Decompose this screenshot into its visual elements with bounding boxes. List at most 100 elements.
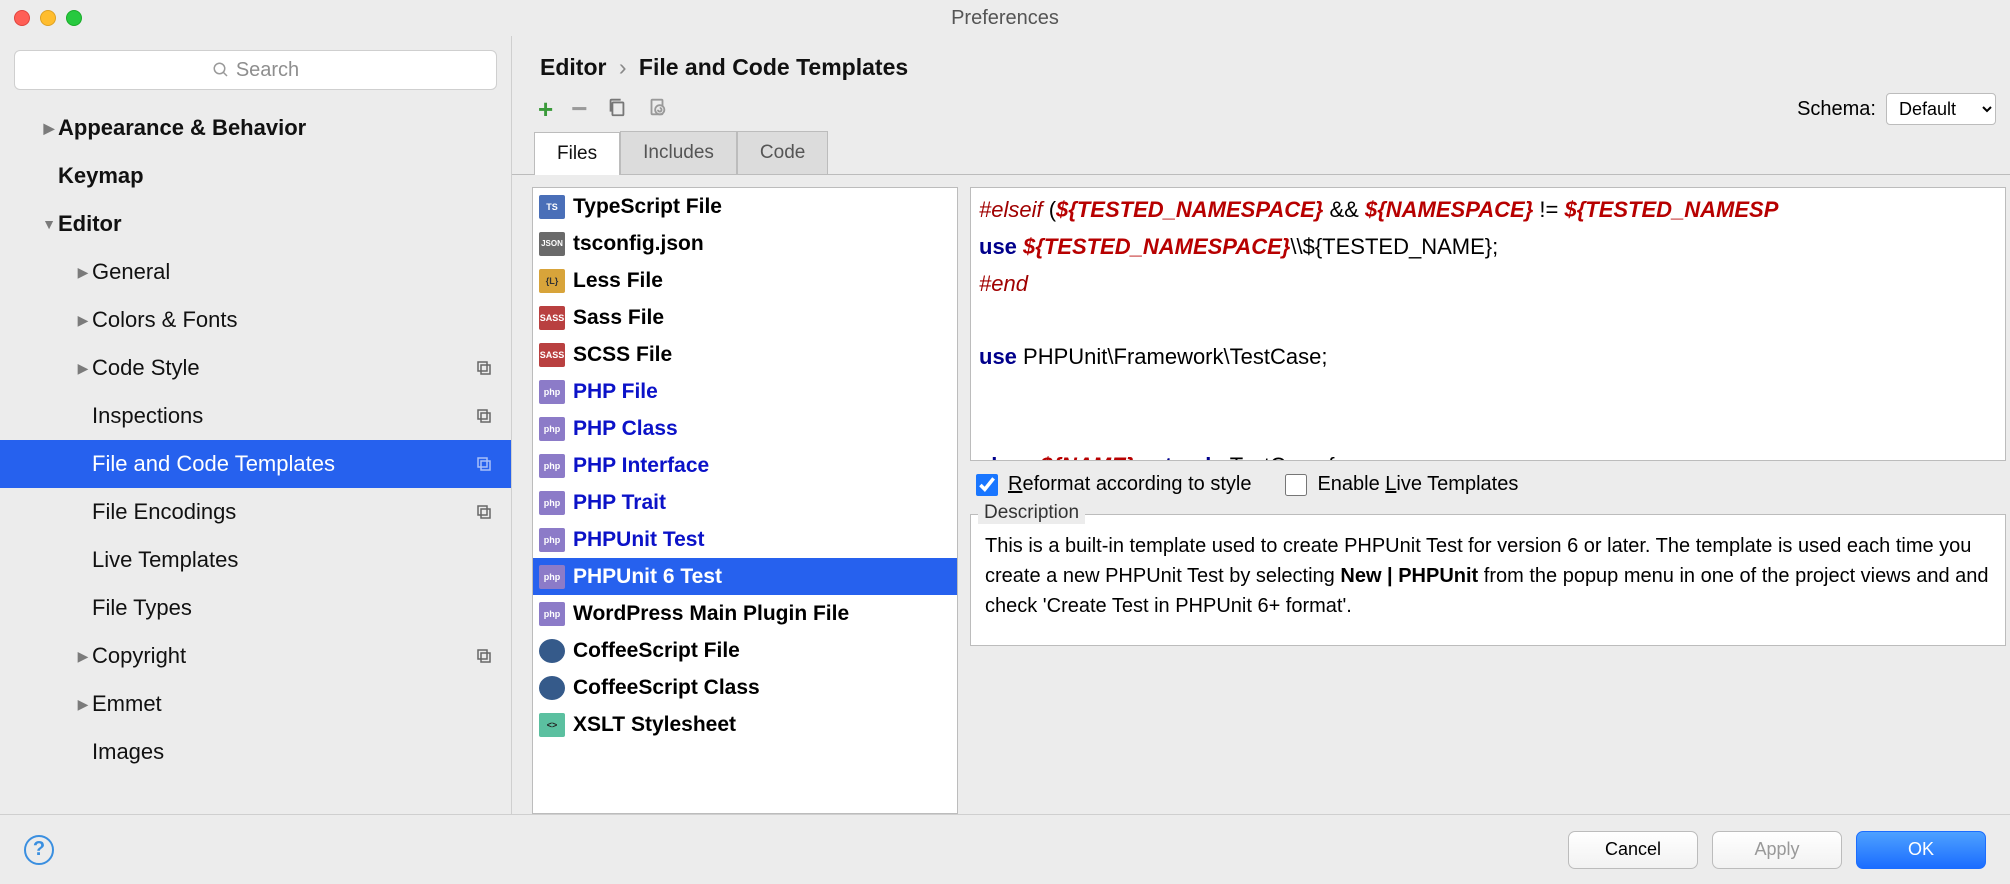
php-file-icon: php (539, 380, 565, 404)
schema-selector: Schema: Default (1797, 93, 1996, 125)
content-area: Search ▶Appearance & Behavior Keymap ▼Edit… (0, 36, 2010, 814)
template-item-label: XSLT Stylesheet (573, 713, 736, 737)
titlebar: Preferences (0, 0, 2010, 36)
template-item-less-file[interactable]: {L}Less File (533, 262, 957, 299)
template-list[interactable]: TSTypeScript FileJSONtsconfig.json{L}Les… (532, 187, 958, 814)
php-file-icon: php (539, 454, 565, 478)
project-scope-icon (475, 647, 493, 665)
template-item-label: PHP File (573, 380, 658, 404)
close-icon[interactable] (14, 10, 30, 26)
tree-item-copyright[interactable]: ▶Copyright (0, 632, 511, 680)
live-templates-checkbox-input[interactable] (1285, 474, 1307, 496)
php-file-icon: php (539, 528, 565, 552)
tree-item-label: Emmet (92, 691, 162, 717)
tree-item-label: File Encodings (92, 499, 236, 525)
window-title: Preferences (951, 7, 1059, 30)
live-label: ive Templates (1396, 473, 1518, 495)
template-options: Reformat according to style Enable Live … (970, 461, 2006, 508)
template-item-label: tsconfig.json (573, 232, 704, 256)
tree-item-file-encodings[interactable]: File Encodings (0, 488, 511, 536)
minimize-icon[interactable] (40, 10, 56, 26)
remove-button[interactable]: − (571, 93, 587, 125)
template-item-coffeescript-class[interactable]: CoffeeScript Class (533, 669, 957, 706)
template-item-coffeescript-file[interactable]: CoffeeScript File (533, 632, 957, 669)
tab-files[interactable]: Files (534, 132, 620, 175)
template-item-php-file[interactable]: php PHP File (533, 373, 957, 410)
tree-item-code-style[interactable]: ▶Code Style (0, 344, 511, 392)
tree-item-images[interactable]: Images (0, 728, 511, 776)
tree-item-label: File and Code Templates (92, 451, 335, 477)
reset-button[interactable] (646, 96, 668, 123)
search-placeholder: Search (236, 59, 299, 82)
template-item-phpunit-6-test[interactable]: phpPHPUnit 6 Test (533, 558, 957, 595)
project-scope-icon (475, 455, 493, 473)
tree-item-appearance-behavior[interactable]: ▶Appearance & Behavior (0, 104, 511, 152)
php-file-icon: php (539, 491, 565, 515)
tree-item-file-and-code-templates[interactable]: File and Code Templates (0, 440, 511, 488)
reformat-checkbox[interactable]: Reformat according to style (976, 473, 1251, 496)
tree-item-keymap[interactable]: Keymap (0, 152, 511, 200)
help-button[interactable]: ? (24, 835, 54, 865)
template-item-label: PHPUnit Test (573, 528, 704, 552)
breadcrumb: Editor › File and Code Templates (512, 36, 2010, 89)
tree-item-label: Editor (58, 211, 122, 237)
live-templates-checkbox[interactable]: Enable Live Templates (1285, 473, 1518, 496)
copy-button[interactable] (606, 96, 628, 123)
window-controls (14, 10, 82, 26)
tree-item-file-types[interactable]: File Types (0, 584, 511, 632)
breadcrumb-separator: › (613, 54, 633, 80)
tree-item-label: Live Templates (92, 547, 238, 573)
zoom-icon[interactable] (66, 10, 82, 26)
template-item-label: Sass File (573, 306, 664, 330)
template-item-sass-file[interactable]: SASS Sass File (533, 299, 957, 336)
main-panel: Editor › File and Code Templates + − Sch… (512, 36, 2010, 814)
schema-dropdown[interactable]: Default (1886, 93, 1996, 125)
project-scope-icon (475, 407, 493, 425)
less-file-icon: {L} (539, 269, 565, 293)
template-item-php-interface[interactable]: php PHP Interface (533, 447, 957, 484)
template-item-label: PHPUnit 6 Test (573, 565, 722, 589)
reformat-checkbox-input[interactable] (976, 474, 998, 496)
template-item-php-class[interactable]: phpPHP Class (533, 410, 957, 447)
tree-item-label: Copyright (92, 643, 186, 669)
search-input[interactable]: Search (14, 50, 497, 90)
tree-item-colors-fonts[interactable]: ▶Colors & Fonts (0, 296, 511, 344)
template-item-xslt-stylesheet[interactable]: <>XSLT Stylesheet (533, 706, 957, 743)
coffee-file-icon (539, 639, 565, 663)
tree-item-emmet[interactable]: ▶Emmet (0, 680, 511, 728)
tree-item-general[interactable]: ▶General (0, 248, 511, 296)
sass-file-icon: SASS (539, 306, 565, 330)
template-item-php-trait[interactable]: phpPHP Trait (533, 484, 957, 521)
tree-item-inspections[interactable]: Inspections (0, 392, 511, 440)
breadcrumb-page: File and Code Templates (639, 54, 908, 80)
tab-code[interactable]: Code (737, 131, 828, 174)
tree-item-live-templates[interactable]: Live Templates (0, 536, 511, 584)
tree-item-label: Keymap (58, 163, 144, 189)
ok-button[interactable]: OK (1856, 831, 1986, 869)
cancel-button[interactable]: Cancel (1568, 831, 1698, 869)
template-item-tsconfig-json[interactable]: JSONtsconfig.json (533, 225, 957, 262)
add-button[interactable]: + (538, 94, 553, 125)
template-item-phpunit-test[interactable]: php PHPUnit Test (533, 521, 957, 558)
tab-includes[interactable]: Includes (620, 131, 737, 174)
template-item-wordpress-main-plugin-file[interactable]: phpWordPress Main Plugin File (533, 595, 957, 632)
description-label: Description (978, 502, 1085, 524)
chevron-icon: ▶ (74, 312, 92, 329)
template-item-label: PHP Interface (573, 454, 709, 478)
php-file-icon: php (539, 417, 565, 441)
template-item-label: SCSS File (573, 343, 672, 367)
search-icon (212, 61, 230, 79)
tree-item-editor[interactable]: ▼Editor (0, 200, 511, 248)
tree-item-label: Code Style (92, 355, 200, 381)
ts-file-icon: TS (539, 195, 565, 219)
template-item-typescript-file[interactable]: TSTypeScript File (533, 188, 957, 225)
apply-button[interactable]: Apply (1712, 831, 1842, 869)
chevron-icon: ▶ (74, 648, 92, 665)
settings-tree[interactable]: ▶Appearance & BehaviorKeymap▼Editor▶Gene… (0, 104, 511, 814)
template-code-editor[interactable]: #elseif (${TESTED_NAMESPACE} && ${NAMESP… (970, 187, 2006, 461)
tree-item-label: Images (92, 739, 164, 765)
template-item-scss-file[interactable]: SASSSCSS File (533, 336, 957, 373)
chevron-icon: ▶ (74, 360, 92, 377)
tree-item-label: General (92, 259, 170, 285)
template-item-label: WordPress Main Plugin File (573, 602, 849, 626)
